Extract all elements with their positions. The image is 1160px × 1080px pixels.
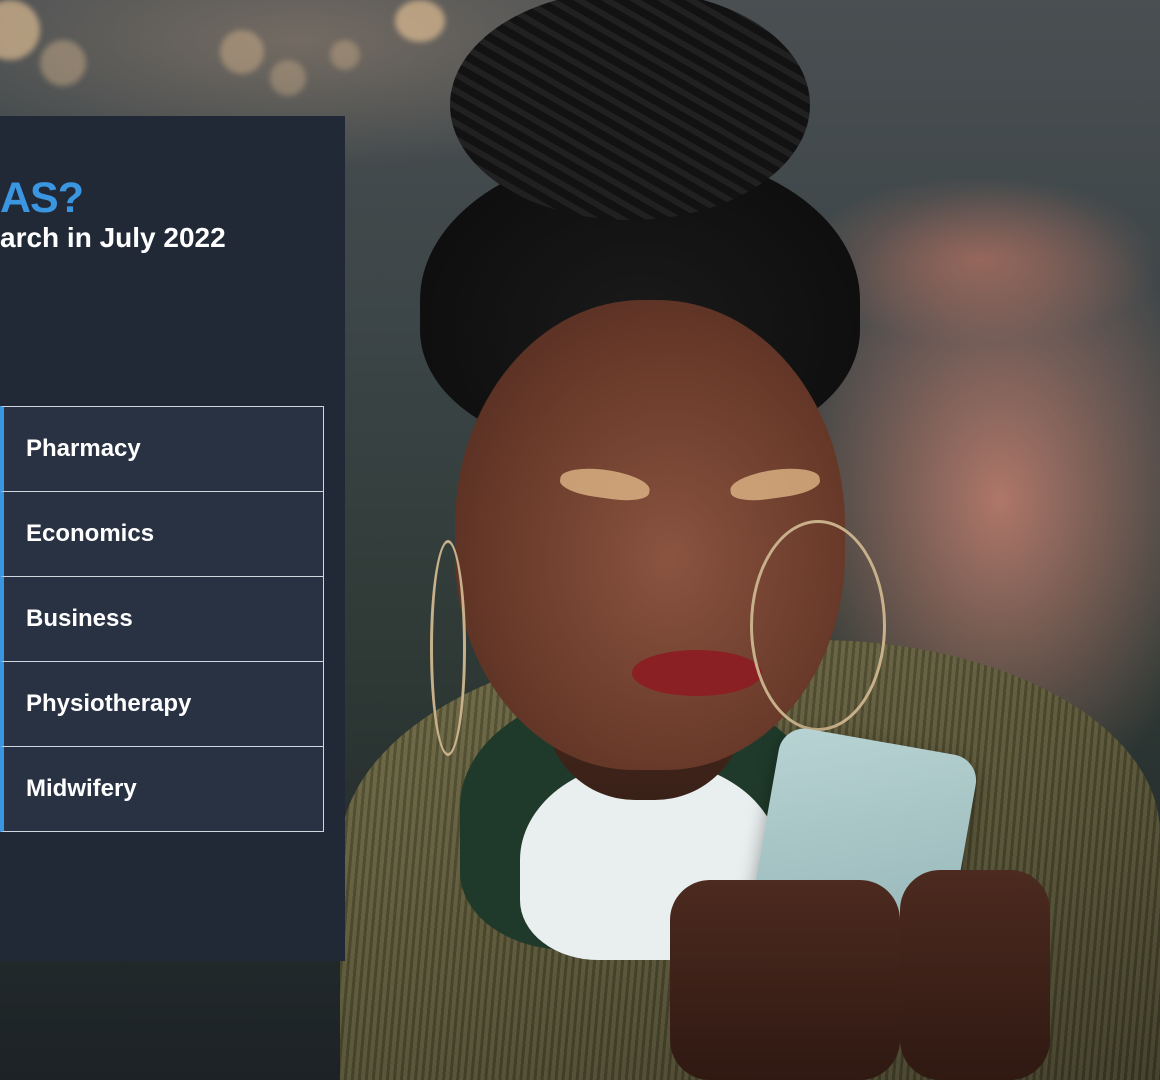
bokeh-light	[330, 40, 360, 70]
subject-label: Physiotherapy	[26, 690, 192, 717]
subject-item-economics[interactable]: Economics	[0, 492, 324, 577]
bokeh-light	[395, 0, 445, 42]
hand	[900, 870, 1050, 1080]
subjects-panel: AS? arch in July 2022 Pharmacy Economics…	[0, 116, 345, 961]
bokeh-light	[40, 40, 86, 86]
subject-item-business[interactable]: Business	[0, 577, 324, 662]
subject-label: Midwifery	[26, 775, 137, 802]
hair-bun	[450, 0, 810, 220]
subject-item-physiotherapy[interactable]: Physiotherapy	[0, 662, 324, 747]
subject-label: Economics	[26, 520, 155, 547]
right-earring	[750, 520, 886, 731]
subject-label: Business	[26, 605, 133, 632]
subject-item-pharmacy[interactable]: Pharmacy	[0, 406, 324, 492]
panel-subheading: arch in July 2022	[0, 222, 226, 253]
panel-heading: AS?	[0, 174, 84, 222]
left-earring	[430, 540, 466, 756]
lips	[632, 650, 762, 696]
subject-item-midwifery[interactable]: Midwifery	[0, 747, 324, 832]
subject-list: Pharmacy Economics Business Physiotherap…	[0, 406, 324, 832]
hand	[670, 880, 900, 1080]
hero-section: AS? arch in July 2022 Pharmacy Economics…	[0, 0, 1160, 1080]
bokeh-light	[220, 30, 264, 74]
subject-label: Pharmacy	[26, 435, 141, 462]
bokeh-light	[270, 60, 306, 96]
